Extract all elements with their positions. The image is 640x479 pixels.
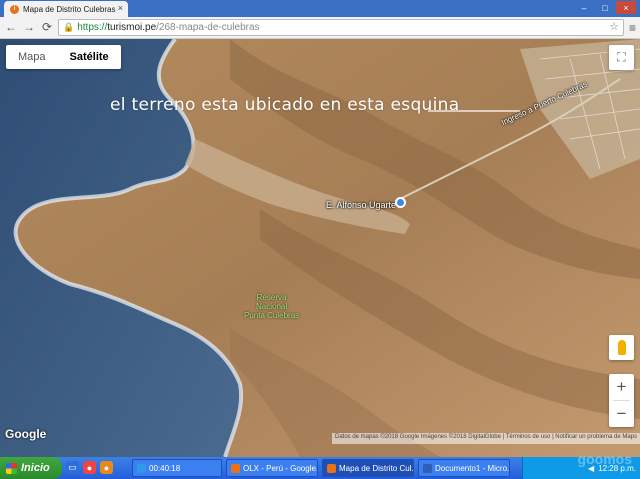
street-view-pegman-icon[interactable] [609, 335, 634, 360]
forward-button[interactable]: → [22, 20, 36, 34]
chrome-icon[interactable]: ● [83, 461, 96, 474]
zoom-in-button[interactable]: + [609, 374, 634, 400]
word-icon [423, 463, 432, 473]
map-type-control: Mapa Satélite [6, 45, 121, 69]
zoom-control: + − [609, 374, 634, 427]
map-attribution[interactable]: Datos de mapas ©2018 Google Imágenes ©20… [331, 433, 640, 444]
reserve-label-line: Punta Culebras [244, 311, 300, 320]
quick-launch: ▭ ● ● [66, 461, 113, 474]
chrome-icon [327, 463, 336, 473]
satellite-map[interactable]: Mapa Satélite ⛶ el terreno esta ubicado … [0, 39, 640, 457]
fullscreen-button[interactable]: ⛶ [609, 45, 634, 70]
system-tray: goomos ◀ 12:28 p.m. [522, 451, 640, 479]
tab-title: Mapa de Distrito Culebras [23, 4, 116, 14]
task-button-documento[interactable]: Documento1 - Micro... [418, 459, 510, 477]
chrome-icon [231, 463, 240, 473]
reload-button[interactable]: ⟳ [40, 20, 54, 34]
back-button[interactable]: ← [4, 20, 18, 34]
start-label: Inicio [21, 462, 50, 474]
minimize-button[interactable]: – [574, 1, 594, 14]
window-controls: – □ × [574, 1, 636, 14]
task-label: 00:40:18 [149, 463, 181, 473]
place-label: E. Alfonso Ugarte [326, 200, 397, 210]
url-scheme: https:// [77, 22, 108, 33]
close-window-button[interactable]: × [616, 1, 636, 14]
task-button-mapa[interactable]: Mapa de Distrito Cul... [322, 459, 414, 477]
google-logo: Google [5, 427, 47, 441]
media-icon[interactable]: ● [100, 461, 113, 474]
zoom-out-button[interactable]: − [609, 401, 634, 427]
site-favicon-icon: i [10, 4, 19, 14]
watermark: goomos [577, 451, 632, 467]
lock-icon: 🔒 [63, 22, 75, 32]
reserve-label-line: Reserva [256, 293, 287, 302]
browser-toolbar: ← → ⟳ 🔒 https:// turismoi.pe /268-mapa-d… [0, 17, 640, 39]
task-button-olx[interactable]: OLX - Perú - Google... [226, 459, 318, 477]
url-host: turismoi.pe [107, 22, 157, 33]
bookmark-star-icon[interactable]: ☆ [609, 20, 619, 33]
task-label: Documento1 - Micro... [435, 463, 510, 473]
task-label: Mapa de Distrito Cul... [339, 463, 414, 473]
start-button[interactable]: Inicio [0, 457, 62, 479]
address-bar[interactable]: 🔒 https:// turismoi.pe /268-mapa-de-cule… [58, 19, 624, 36]
timer-icon [137, 463, 146, 473]
browser-menu-icon[interactable]: ≡ [629, 21, 636, 35]
task-button-timer[interactable]: 00:40:18 [132, 459, 222, 477]
tab-close-icon[interactable]: × [118, 3, 123, 13]
terrain-annotation-text: el terreno esta ubicado en esta esquina [110, 95, 460, 115]
show-desktop-icon[interactable]: ▭ [66, 461, 79, 474]
reserve-label-line: Nacional [256, 302, 288, 311]
browser-tab[interactable]: i Mapa de Distrito Culebras × [4, 1, 128, 17]
task-label: OLX - Perú - Google... [243, 463, 318, 473]
windows-taskbar: Inicio ▭ ● ● 00:40:18 OLX - Perú - Googl… [0, 451, 640, 479]
url-path: /268-mapa-de-culebras [156, 22, 260, 33]
location-pin-icon[interactable] [395, 197, 406, 208]
windows-logo-icon [6, 462, 17, 474]
map-type-satelite[interactable]: Satélite [58, 45, 121, 69]
map-type-mapa[interactable]: Mapa [6, 45, 58, 69]
maximize-button[interactable]: □ [595, 1, 615, 14]
reserve-label: Reserva Nacional Punta Culebras [244, 293, 299, 320]
browser-titlebar: i Mapa de Distrito Culebras × – □ × [0, 0, 640, 17]
